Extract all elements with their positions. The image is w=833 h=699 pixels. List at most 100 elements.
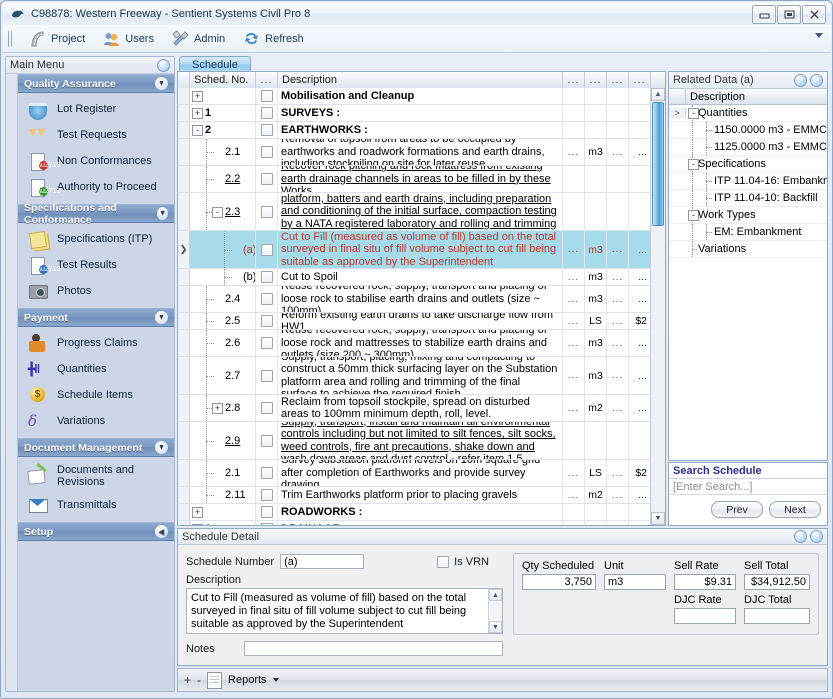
list-item[interactable]: ITP 11.04-10: Backfill (669, 190, 827, 207)
table-row[interactable]: 2.4 Reuse recovered rock, supply, transpo… (178, 286, 665, 313)
sidebar-item-variations[interactable]: δ Variations (18, 408, 174, 434)
row-selector[interactable] (178, 105, 190, 121)
toolbar-button-refresh[interactable]: Refresh (234, 28, 313, 49)
sidebar-item-non-conformances[interactable]: \u2715 Non Conformances (18, 148, 174, 174)
row-expander[interactable]: + (192, 91, 203, 102)
row-selector[interactable] (178, 504, 190, 520)
row-selector[interactable] (178, 286, 190, 312)
table-row[interactable]: 2.11 Trim Earthworks platform prior to pl… (178, 487, 665, 504)
chevron-down-icon[interactable]: ▼ (155, 441, 168, 454)
scroll-down-button[interactable]: ▼ (489, 621, 502, 633)
search-input[interactable]: [Enter Search...] (669, 479, 827, 495)
row-checkbox[interactable] (256, 286, 278, 312)
related-column-description[interactable]: Description (686, 89, 827, 104)
row-selector[interactable] (178, 521, 190, 525)
row-checkbox[interactable] (256, 357, 278, 394)
list-item[interactable]: 1150.0000 m3 - EMMCW… (669, 122, 827, 139)
table-row[interactable]: 2.7 Supply, transport, placing, mixing an… (178, 357, 665, 395)
related-data-body[interactable]: >-Quantities 1150.0000 m3 - EMMCW… 1125.00… (669, 105, 827, 258)
row-expander[interactable]: + (212, 403, 223, 414)
sidebar-group-document-management[interactable]: Document Management ▼ (18, 438, 174, 457)
table-row[interactable]: 2.9 Supply, transport, install and mainta… (178, 422, 665, 460)
grid-col-description[interactable]: Description (278, 72, 563, 88)
grid-body[interactable]: + Mobilisation and Cleanup +1 SURVEYS : -2 EA… (178, 88, 665, 525)
list-item[interactable]: EM: Embankment (669, 224, 827, 241)
search-prev-button[interactable]: Prev (711, 501, 763, 518)
list-item[interactable]: 1125.0000 m3 - EMMCW… (669, 139, 827, 156)
panel-close-icon[interactable] (810, 530, 823, 543)
table-row[interactable]: + Mobilisation and Cleanup (178, 88, 665, 105)
reports-button[interactable]: Reports (228, 674, 267, 686)
table-row[interactable]: -2.3 Bulk earthworks in other than rock t… (178, 193, 665, 231)
grid-col-checkbox[interactable]: ... (256, 72, 278, 88)
row-checkbox[interactable] (256, 422, 278, 459)
table-row[interactable]: ❯ (a) Cut to Fill (measured as volume of f… (178, 231, 665, 269)
sidebar-item-progress-claims[interactable]: Progress Claims (18, 330, 174, 356)
row-selector[interactable] (178, 487, 190, 503)
row-checkbox[interactable] (256, 487, 278, 503)
row-selector[interactable] (178, 313, 190, 329)
grid-vertical-scrollbar[interactable]: ▲ ▼ (650, 88, 665, 525)
row-checkbox[interactable] (256, 88, 278, 104)
sidebar-item-authority-to-proceed[interactable]: \u2713 Authority to Proceed (18, 174, 174, 200)
table-row[interactable]: -2 EARTHWORKS : (178, 122, 665, 139)
row-selector[interactable] (178, 330, 190, 356)
minimize-button[interactable] (752, 5, 776, 24)
sidebar-item-transmittals[interactable]: Transmittals (18, 492, 174, 518)
add-button[interactable]: + (184, 674, 191, 686)
row-selector[interactable]: > (669, 108, 686, 118)
row-selector[interactable] (178, 269, 190, 285)
description-scrollbar[interactable]: ▲ ▼ (488, 589, 502, 633)
qty-scheduled-input[interactable]: 3,750 (522, 574, 596, 590)
is-vrn-checkbox[interactable] (437, 555, 450, 568)
list-item[interactable]: - Specifications (669, 156, 827, 173)
list-item[interactable]: > - Quantities (669, 105, 827, 122)
row-expander[interactable]: + (192, 108, 203, 119)
grid-col-amount[interactable]: ... (629, 72, 651, 88)
sell-total-input[interactable]: $34,912.50 (744, 574, 810, 590)
row-checkbox[interactable] (256, 231, 278, 268)
list-item[interactable]: - Work Types (669, 207, 827, 224)
row-selector[interactable]: ❯ (178, 231, 190, 268)
row-selector[interactable] (178, 357, 190, 394)
row-checkbox[interactable] (256, 521, 278, 525)
list-item[interactable]: ITP 11.04-16: Embankment (669, 173, 827, 190)
sidebar-item-test-requests[interactable]: Test Requests (18, 122, 174, 148)
toolbar-button-users[interactable]: Users (94, 28, 163, 49)
row-checkbox[interactable] (256, 504, 278, 520)
row-checkbox[interactable] (256, 139, 278, 165)
scroll-thumb[interactable] (652, 102, 664, 226)
row-selector[interactable] (178, 122, 190, 138)
sidebar-item-specifications-itp[interactable]: Specifications (ITP) (18, 226, 174, 252)
djc-rate-input[interactable] (674, 608, 736, 624)
sidebar-item-lot-register[interactable]: Lot Register (18, 96, 174, 122)
row-checkbox[interactable] (256, 395, 278, 421)
sidebar-group-payment[interactable]: Payment ▼ (18, 308, 174, 327)
row-checkbox[interactable] (256, 269, 278, 285)
chevron-down-icon[interactable]: ▼ (155, 77, 168, 90)
table-row[interactable]: 2.2 Recover rock pitching and rock mattre… (178, 166, 665, 193)
row-checkbox[interactable] (256, 122, 278, 138)
row-selector[interactable] (178, 88, 190, 104)
toolbar-button-admin[interactable]: Admin (163, 28, 234, 49)
grid-col-unit[interactable]: ... (585, 72, 607, 88)
is-vrn-group[interactable]: Is VRN (437, 555, 503, 568)
remove-button[interactable]: - (197, 674, 201, 686)
chevron-down-icon[interactable]: ▼ (155, 311, 168, 324)
row-checkbox[interactable] (256, 193, 278, 230)
grid-col-extra-1[interactable]: ... (563, 72, 585, 88)
chevron-left-icon[interactable]: ◀ (155, 525, 168, 538)
table-row[interactable]: 2.1 Survey substation platform levels on … (178, 460, 665, 487)
notes-input[interactable] (244, 641, 503, 656)
chevron-down-icon[interactable]: ▼ (157, 207, 168, 220)
row-checkbox[interactable] (256, 330, 278, 356)
sidebar-group-setup[interactable]: Setup ◀ (18, 522, 174, 541)
row-selector[interactable] (178, 460, 190, 486)
table-row[interactable]: +2.8 Reclaim from topsoil stockpile, spre… (178, 395, 665, 422)
schedule-number-input[interactable]: (a) (280, 554, 365, 569)
sidebar-group-quality-assurance[interactable]: Quality Assurance ▼ (18, 74, 174, 93)
sidebar-group-specifications-and-conformance[interactable]: Specifications and Conformance ▼ (18, 202, 174, 226)
toolbar-button-project[interactable]: Project (20, 28, 94, 49)
panel-pin-icon[interactable] (794, 530, 807, 543)
table-row[interactable]: 2.5 Reform existing earth drains to take … (178, 313, 665, 330)
